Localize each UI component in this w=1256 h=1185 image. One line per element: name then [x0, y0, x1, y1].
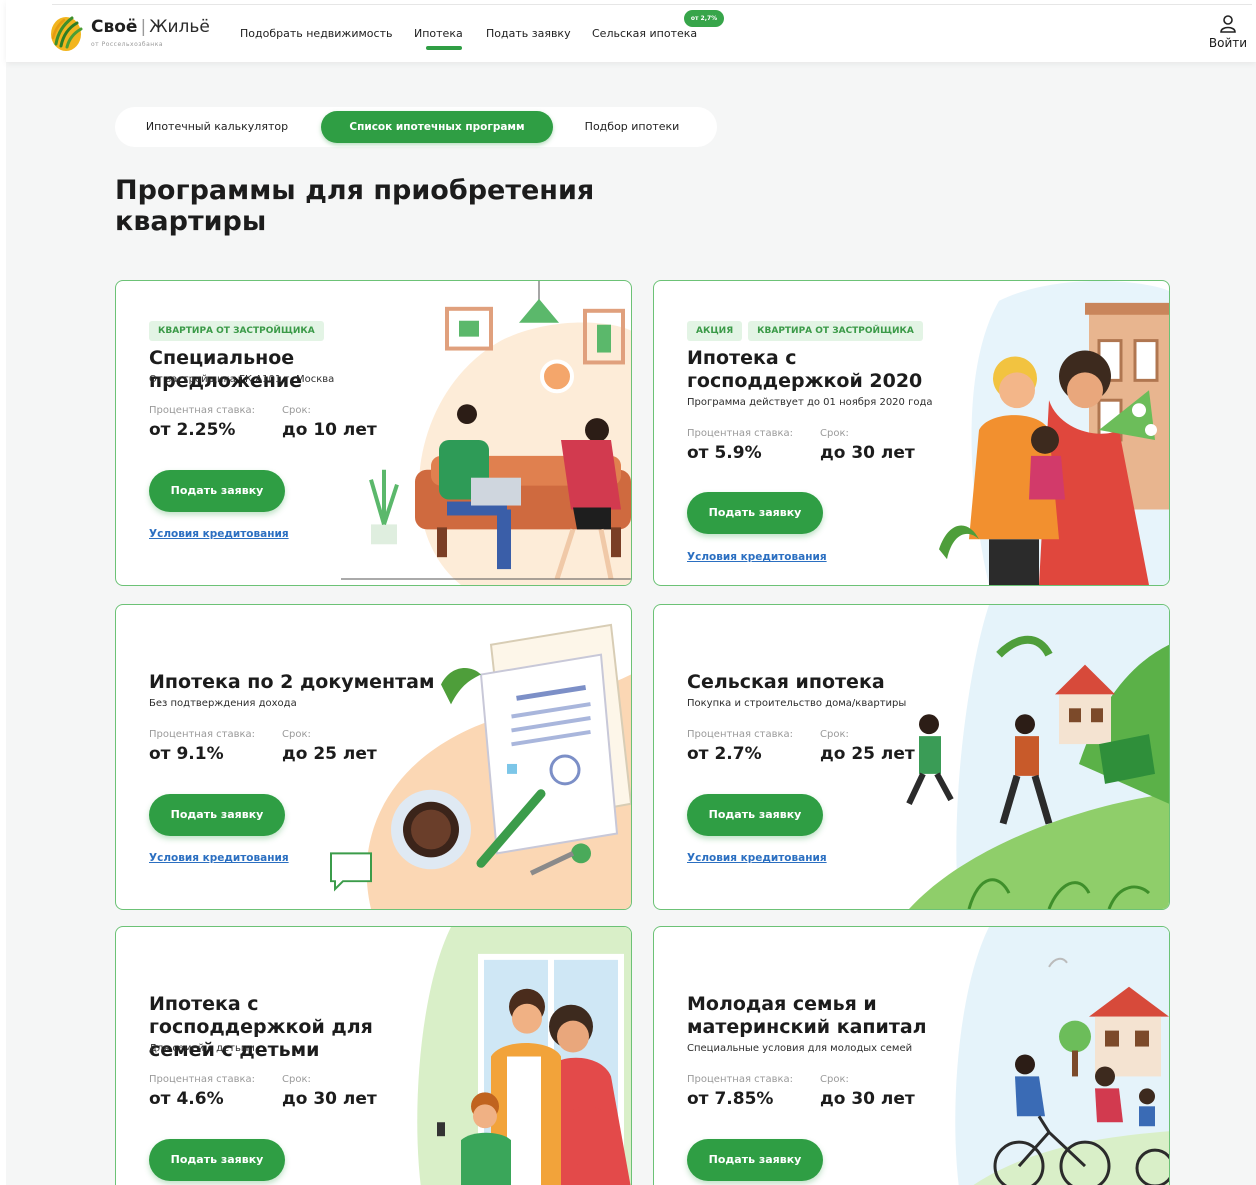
program-title: Ипотека с господдержкой 2020 [687, 347, 923, 392]
program-subtitle: Без подтверждения дохода [149, 698, 297, 709]
apply-button[interactable]: Подать заявку [687, 492, 823, 534]
rate-value: от 9.1% [149, 744, 224, 764]
term-value: до 30 лет [820, 443, 915, 463]
credit-terms-link[interactable]: Условия кредитования [149, 852, 289, 864]
header-divider [52, 4, 1252, 5]
program-card-young-family: Молодая семья и материнский капитал Спец… [653, 926, 1170, 1185]
term-value: до 30 лет [820, 1089, 915, 1109]
rate-value: от 7.85% [687, 1089, 774, 1109]
program-title: Специальное предложение [149, 347, 303, 392]
program-card-family-support: Ипотека с господдержкой для семей с деть… [115, 926, 632, 1185]
program-subtitle: Покупка и строительство дома/квартиры [687, 698, 907, 709]
apply-button[interactable]: Подать заявку [687, 1139, 823, 1181]
rate-value: от 5.9% [687, 443, 762, 463]
rate-value: от 2.7% [687, 744, 762, 764]
term-value: до 25 лет [820, 744, 915, 764]
tag-promo: АКЦИЯ [687, 321, 743, 341]
credit-terms-link[interactable]: Условия кредитования [687, 551, 827, 563]
program-title: Ипотека по 2 документам [149, 671, 435, 693]
login-label: Войти [1208, 36, 1248, 50]
rate-value: от 4.6% [149, 1089, 224, 1109]
program-card-rural-mortgage: Сельская ипотека Покупка и строительство… [653, 604, 1170, 910]
program-subtitle: Для семей с детьми [149, 1043, 255, 1054]
tab-mortgage-selection[interactable]: Подбор ипотеки [565, 107, 699, 147]
tag-developer: КВАРТИРА ОТ ЗАСТРОЙЩИКА [149, 321, 324, 341]
nav-item-mortgage[interactable]: Ипотека [414, 27, 463, 40]
site-header: Своё | Жильё от Россельхозбанка Подобрать … [6, 0, 1256, 62]
nav-item-apply[interactable]: Подать заявку [486, 27, 571, 40]
mortgage-tabs: Ипотечный калькулятор Список ипотечных п… [115, 107, 717, 147]
credit-terms-link[interactable]: Условия кредитования [687, 852, 827, 864]
program-subtitle: Специальные условия для молодых семей [687, 1043, 913, 1054]
nav-item-find-property[interactable]: Подобрать недвижимость [240, 27, 392, 40]
rate-label: Процентная ставка: [149, 1074, 256, 1085]
rural-rate-badge: от 2,7% [684, 10, 724, 27]
nav-active-indicator [426, 46, 462, 50]
program-title: Молодая семья и материнский капитал [687, 993, 927, 1038]
logo-subtitle: от Россельхозбанка [91, 41, 164, 48]
rate-label: Процентная ставка: [149, 729, 256, 740]
rate-label: Процентная ставка: [149, 405, 256, 416]
term-label: Срок: [820, 1074, 849, 1085]
term-label: Срок: [820, 729, 849, 740]
program-card-state-support-2020: АКЦИЯ КВАРТИРА ОТ ЗАСТРОЙЩИКА Ипотека с г… [653, 280, 1170, 586]
rate-label: Процентная ставка: [687, 428, 794, 439]
program-title: Сельская ипотека [687, 671, 885, 693]
tag-list: КВАРТИРА ОТ ЗАСТРОЙЩИКА [149, 318, 330, 341]
apply-button[interactable]: Подать заявку [149, 1139, 285, 1181]
logo-leaf-icon [51, 16, 83, 51]
term-label: Срок: [282, 405, 311, 416]
apply-button[interactable]: Подать заявку [149, 470, 285, 512]
term-value: до 10 лет [282, 420, 377, 440]
apply-button[interactable]: Подать заявку [687, 794, 823, 836]
term-label: Срок: [820, 428, 849, 439]
apply-button[interactable]: Подать заявку [149, 794, 285, 836]
login-button[interactable]: Войти [1204, 14, 1252, 50]
term-label: Срок: [282, 1074, 311, 1085]
program-card-special-offer: КВАРТИРА ОТ ЗАСТРОЙЩИКА Специальное пред… [115, 280, 632, 586]
tab-program-list[interactable]: Список ипотечных программ [321, 111, 553, 143]
page-title: Программы для приобретения квартиры [115, 175, 595, 237]
tab-calculator[interactable]: Ипотечный калькулятор [115, 107, 319, 147]
program-subtitle: От застройщика ГК А101 г. Москва [149, 374, 335, 385]
term-label: Срок: [282, 729, 311, 740]
program-subtitle: Программа действует до 01 ноября 2020 го… [687, 397, 933, 408]
tag-developer: КВАРТИРА ОТ ЗАСТРОЙЩИКА [748, 321, 923, 341]
tag-list: АКЦИЯ КВАРТИРА ОТ ЗАСТРОЙЩИКА [687, 318, 929, 341]
rate-label: Процентная ставка: [687, 1074, 794, 1085]
rate-label: Процентная ставка: [687, 729, 794, 740]
rate-value: от 2.25% [149, 420, 236, 440]
program-card-two-documents: Ипотека по 2 документам Без подтверждени… [115, 604, 632, 910]
logo[interactable]: Своё | Жильё от Россельхозбанка [48, 14, 228, 54]
term-value: до 30 лет [282, 1089, 377, 1109]
user-icon [1220, 15, 1236, 33]
term-value: до 25 лет [282, 744, 377, 764]
credit-terms-link[interactable]: Условия кредитования [149, 528, 289, 540]
logo-text: Своё | Жильё [91, 17, 210, 37]
main-content: Ипотечный калькулятор Список ипотечных п… [6, 62, 1256, 1185]
nav-item-rural-mortgage[interactable]: Сельская ипотека [592, 27, 697, 40]
